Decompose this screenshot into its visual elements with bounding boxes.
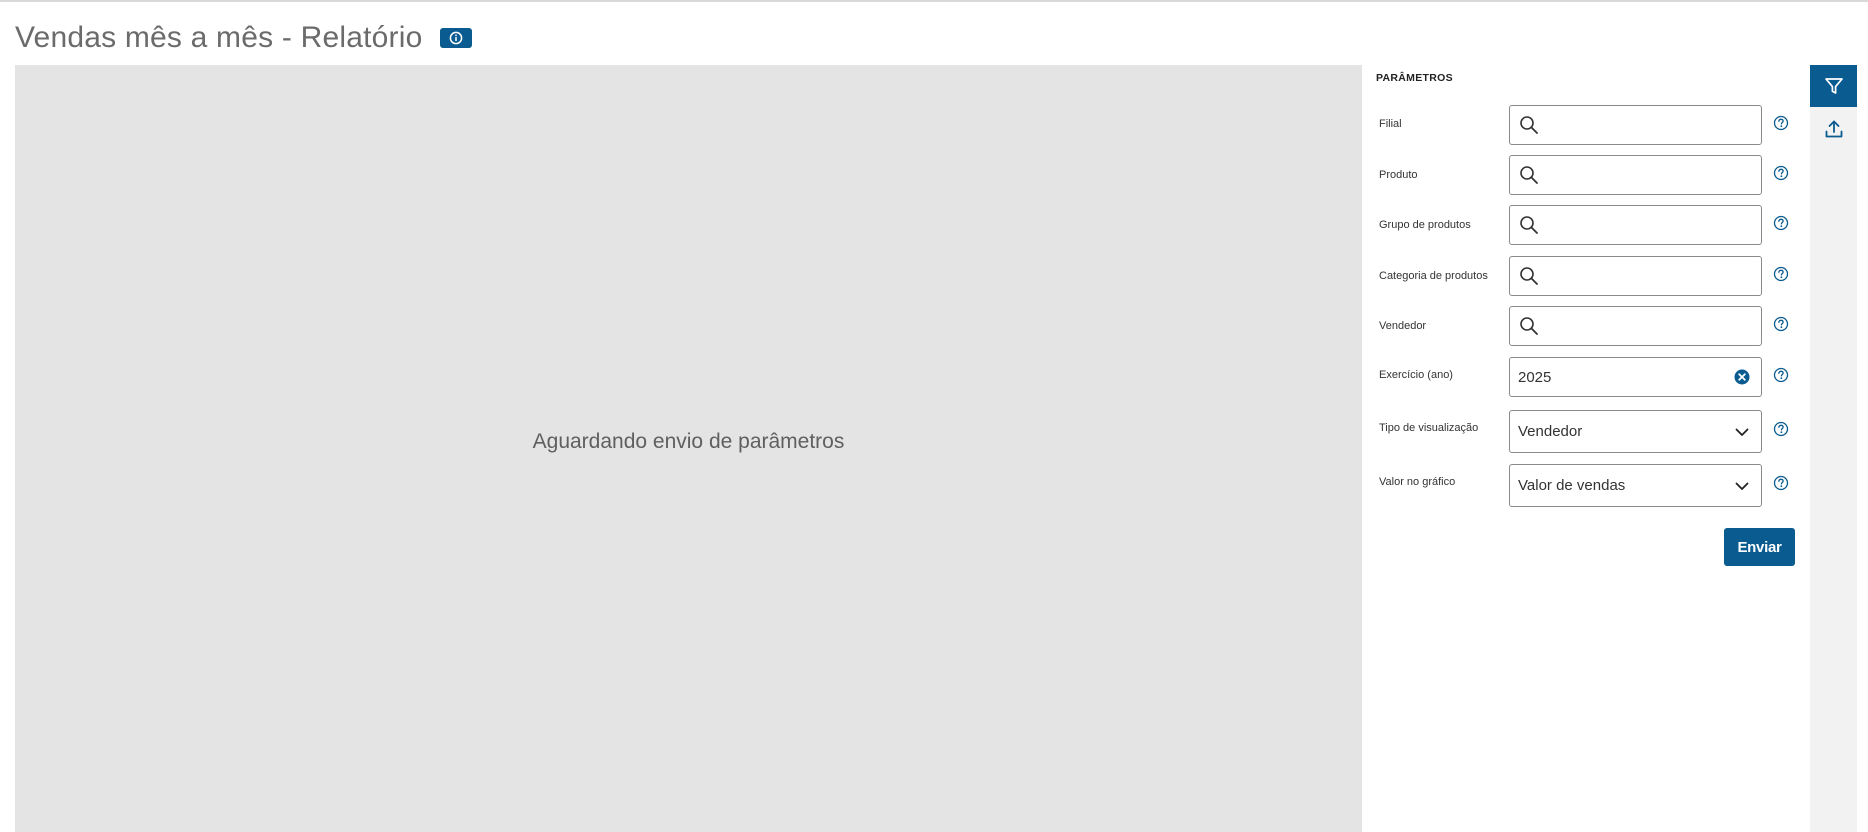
search-icon	[1518, 265, 1540, 287]
categoria-produtos-label: Categoria de produtos	[1379, 270, 1488, 282]
parameters-panel: PARÂMETROS Filial Produto Grupo de produ…	[1362, 65, 1810, 832]
upload-icon	[1825, 120, 1842, 138]
exercicio-help-icon[interactable]	[1773, 367, 1789, 383]
categoria-produtos-input[interactable]	[1509, 256, 1762, 296]
valor-grafico-label: Valor no gráfico	[1379, 476, 1456, 488]
tipo-visualizacao-value: Vendedor	[1518, 423, 1583, 440]
side-rail	[1810, 65, 1857, 832]
valor-grafico-value: Valor de vendas	[1518, 477, 1626, 494]
exercicio-label: Exercício (ano)	[1379, 369, 1453, 381]
top-divider	[0, 0, 1868, 2]
search-icon	[1518, 114, 1540, 136]
page-header: Vendas mês a mês - Relatório	[15, 18, 473, 58]
page-title: Vendas mês a mês - Relatório	[15, 21, 423, 54]
valor-grafico-help-icon[interactable]	[1773, 475, 1789, 491]
parameters-heading: PARÂMETROS	[1376, 72, 1453, 84]
chevron-down-icon	[1733, 423, 1751, 441]
tipo-visualizacao-select[interactable]: Vendedor	[1509, 410, 1762, 453]
produto-input[interactable]	[1509, 155, 1762, 195]
produto-help-icon[interactable]	[1773, 165, 1789, 181]
vendedor-input[interactable]	[1509, 306, 1762, 346]
grupo-produtos-label: Grupo de produtos	[1379, 219, 1471, 231]
exercicio-input[interactable]: 2025	[1509, 357, 1762, 397]
grupo-produtos-help-icon[interactable]	[1773, 215, 1789, 231]
vendedor-label: Vendedor	[1379, 320, 1427, 332]
filial-input[interactable]	[1509, 105, 1762, 145]
filter-icon	[1824, 78, 1843, 94]
tipo-visualizacao-help-icon[interactable]	[1773, 421, 1789, 437]
search-icon	[1518, 315, 1540, 337]
info-icon	[450, 31, 463, 45]
export-button[interactable]	[1810, 108, 1857, 150]
filial-label: Filial	[1379, 118, 1402, 130]
filter-button[interactable]	[1810, 65, 1857, 107]
search-icon	[1518, 164, 1540, 186]
produto-label: Produto	[1379, 169, 1418, 181]
tipo-visualizacao-label: Tipo de visualização	[1379, 422, 1479, 434]
filial-help-icon[interactable]	[1773, 115, 1789, 131]
chevron-down-icon	[1733, 477, 1751, 495]
vendedor-help-icon[interactable]	[1773, 316, 1789, 332]
waiting-message: Aguardando envio de parâmetros	[532, 429, 845, 453]
exercicio-value: 2025	[1518, 368, 1552, 386]
grupo-produtos-input[interactable]	[1509, 205, 1762, 245]
report-area: Aguardando envio de parâmetros	[15, 65, 1362, 832]
clear-icon[interactable]	[1733, 368, 1751, 386]
send-button[interactable]: Enviar	[1724, 528, 1795, 566]
info-button[interactable]	[440, 28, 473, 48]
valor-grafico-select[interactable]: Valor de vendas	[1509, 464, 1762, 507]
search-icon	[1518, 214, 1540, 236]
categoria-produtos-help-icon[interactable]	[1773, 266, 1789, 282]
